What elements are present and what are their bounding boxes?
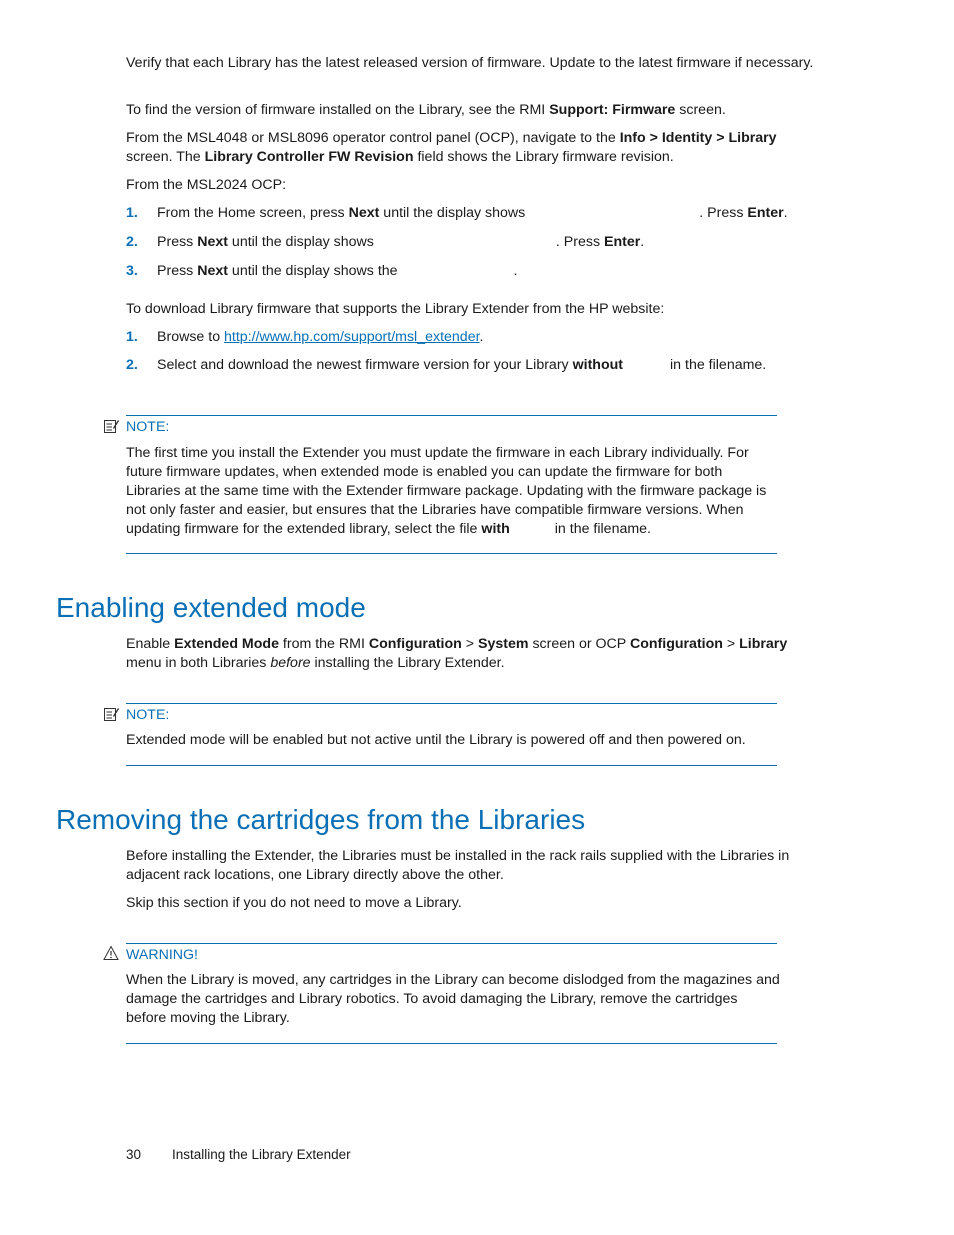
note-icon — [104, 420, 119, 433]
warning-text: When the Library is moved, any cartridge… — [126, 972, 780, 1026]
note-text: Extended mode will be enabled but not ac… — [126, 732, 746, 748]
intro-paragraph-1: Verify that each Library has the latest … — [126, 55, 814, 71]
note-top-rule — [126, 415, 777, 416]
intro-paragraph-3: From the MSL4048 or MSL8096 operator con… — [126, 130, 777, 165]
note-bottom-rule — [126, 765, 777, 766]
warning-top-rule — [126, 943, 777, 944]
note-bottom-rule — [126, 553, 777, 554]
note-label: NOTE: — [126, 707, 170, 723]
intro-paragraph-2: To find the version of firmware installe… — [126, 102, 726, 118]
footer-chapter-title: Installing the Library Extender — [172, 1147, 351, 1162]
page-number: 30 — [126, 1147, 142, 1162]
warning-icon — [103, 945, 119, 960]
section-paragraph: Enable Extended Mode from the RMI Config… — [126, 636, 788, 671]
section-heading: Removing the cartridges from the Librari… — [56, 804, 586, 835]
section-paragraph: Skip this section if you do not need to … — [126, 895, 462, 911]
intro-paragraph-4: From the MSL2024 OCP: — [126, 177, 287, 193]
download-intro: To download Library firmware that suppor… — [126, 301, 665, 317]
warning-bottom-rule — [126, 1043, 777, 1044]
note-top-rule — [126, 703, 777, 704]
note-label: NOTE: — [126, 419, 170, 435]
note-icon — [104, 708, 119, 721]
note-text: The first time you install the Extender … — [126, 445, 767, 537]
msl-extender-link[interactable]: http://www.hp.com/support/msl_extender — [224, 329, 480, 345]
section-heading: Enabling extended mode — [56, 592, 366, 623]
section-paragraph: Before installing the Extender, the Libr… — [126, 848, 790, 883]
warning-label: WARNING! — [126, 947, 198, 963]
